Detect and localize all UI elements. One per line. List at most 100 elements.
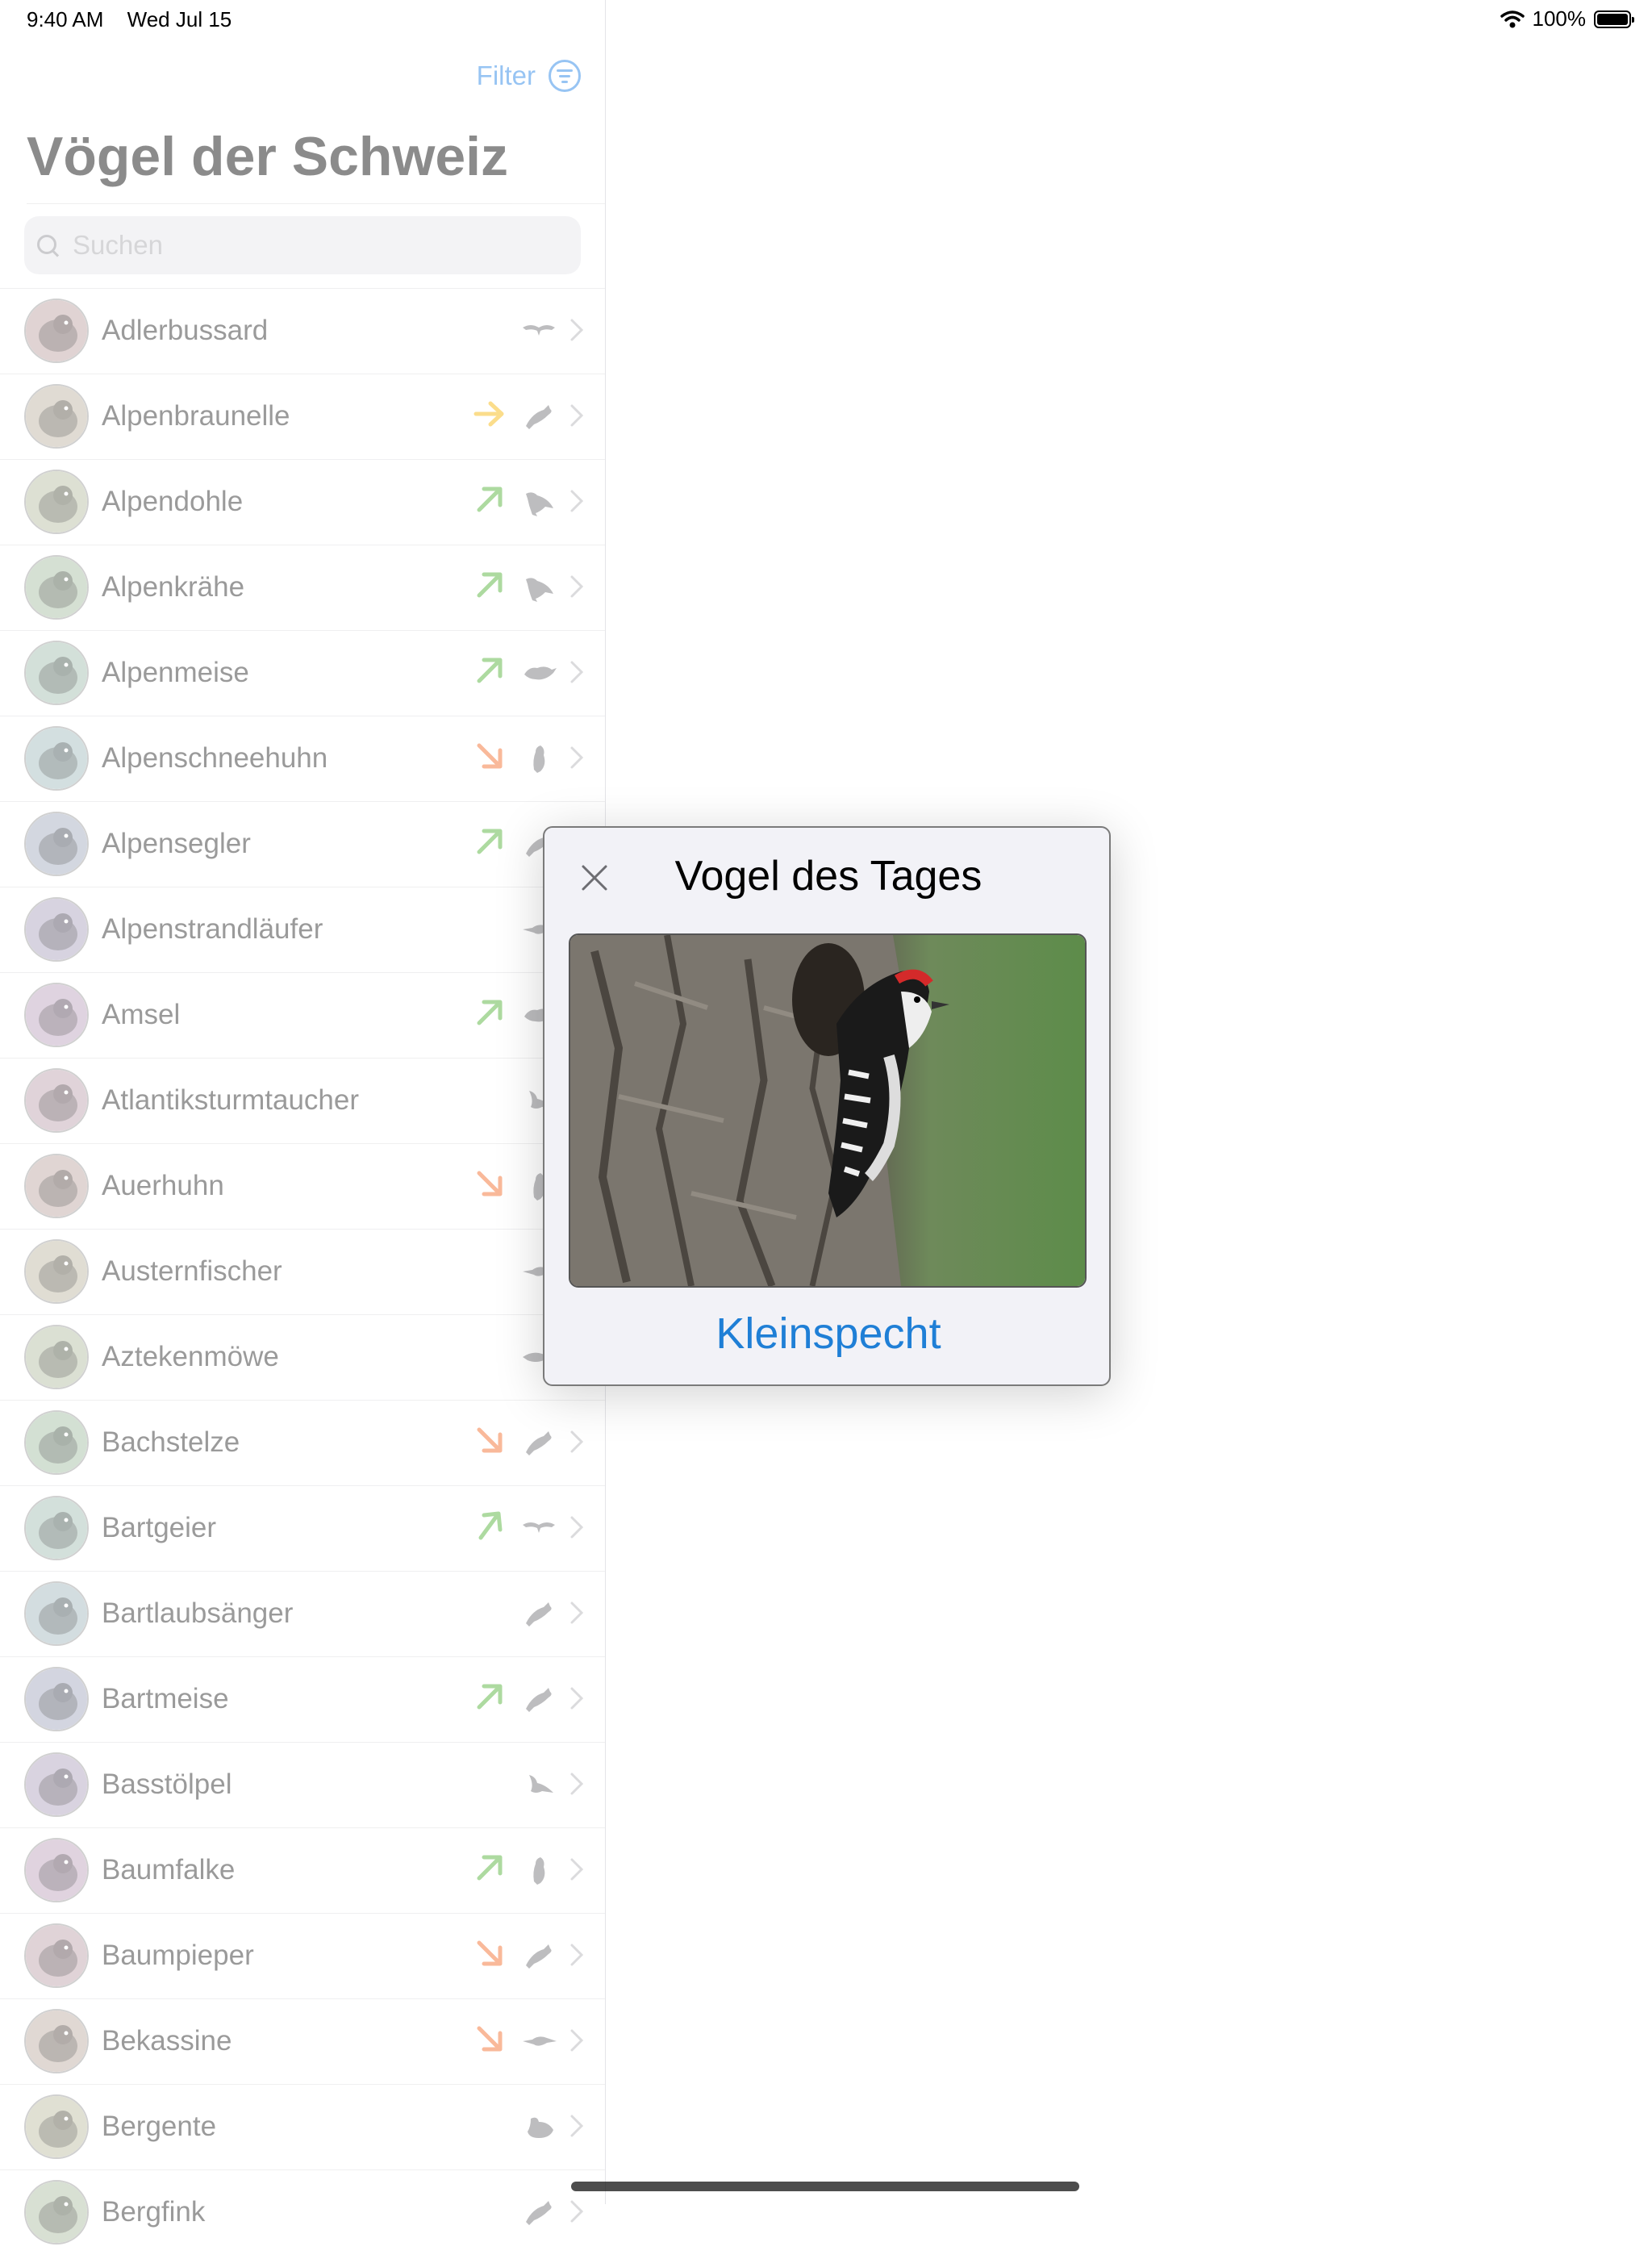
trend-stable-arrow-icon [473,401,504,427]
bird-name: Bergente [102,2111,217,2142]
bird-of-the-day-popup: Vogel des Tages Kleinspecht [543,826,1111,1386]
bird-row[interactable]: Amsel [0,972,605,1058]
perching-silhouette-icon [526,1431,552,1455]
bird-name: Aztekenmöwe [102,1341,279,1372]
bird-name: Auerhuhn [102,1170,224,1201]
bird-name: Austernfischer [102,1255,282,1287]
bird-name: Bekassine [102,2025,232,2057]
bird-avatar [24,1410,89,1475]
bird-avatar [24,299,89,363]
bird-avatar [24,726,89,791]
chevron-right-icon [570,1516,584,1539]
home-indicator[interactable] [571,2182,1079,2191]
bird-avatar [24,555,89,620]
bird-row[interactable]: Alpenbraunelle [0,374,605,459]
bird-name: Alpenbraunelle [102,400,290,432]
bird-name: Bartgeier [102,1512,217,1543]
chevron-right-icon [570,1687,584,1710]
bird-avatar [24,1154,89,1218]
trend-down-arrow-icon [477,1940,503,1966]
bird-row[interactable]: Alpensegler [0,801,605,887]
woodpecker-photo-icon[interactable] [569,933,1087,1288]
bird-avatar [24,384,89,449]
bird-name: Bartlaubsänger [102,1597,294,1629]
bird-row[interactable]: Baumpieper [0,1913,605,1998]
chevron-right-icon [570,1944,584,1966]
bird-of-the-day-name-link[interactable]: Kleinspecht [544,1309,1112,1359]
chevron-right-icon [570,746,584,769]
bird-row[interactable]: Bartlaubsänger [0,1571,605,1656]
bird-avatar [24,1838,89,1902]
chevron-right-icon [570,661,584,683]
search-input[interactable] [71,229,558,261]
bird-row[interactable]: Bartmeise [0,1656,605,1742]
search-bar[interactable] [24,216,581,274]
bird-row[interactable]: Bachstelze [0,1400,605,1485]
bird-row[interactable]: Alpenschneehuhn [0,716,605,801]
bird-row[interactable]: Alpendohle [0,459,605,545]
bird-row[interactable]: Austernfischer [0,1229,605,1314]
bird-list: Adlerbussard Alpenbraunelle Alpendohle Alpe… [0,288,605,2255]
perching-silhouette-icon [526,2201,552,2225]
bird-avatar [24,641,89,705]
bird-row[interactable]: Alpenstrandläufer [0,887,605,972]
bird-avatar [24,983,89,1047]
bird-row[interactable]: Baumfalke [0,1827,605,1913]
chevron-right-icon [570,1773,584,1795]
bird-avatar [24,1923,89,1988]
trend-down-arrow-icon [477,743,503,769]
search-icon [37,235,58,256]
bird-name: Atlantiksturmtaucher [102,1084,360,1116]
bird-row[interactable]: Bergfink [0,2169,605,2255]
filter-button[interactable]: Filter [477,60,581,92]
seabird-silhouette-icon [529,1775,553,1793]
bird-name: Alpenschneehuhn [102,742,328,774]
bird-row[interactable]: Adlerbussard [0,288,605,374]
bird-name: Adlerbussard [102,315,269,346]
bird-row[interactable]: Bergente [0,2084,605,2169]
chevron-right-icon [570,490,584,512]
bird-row[interactable]: Bartgeier [0,1485,605,1571]
bird-row[interactable]: Basstölpel [0,1742,605,1827]
bird-row[interactable]: Alpenmeise [0,630,605,716]
bird-avatar [24,2009,89,2073]
perching-silhouette-icon [526,1602,552,1627]
bird-name: Baumfalke [102,1854,236,1885]
bird-row[interactable]: Aztekenmöwe [0,1314,605,1400]
trend-up-arrow-icon [477,1684,503,1710]
bird-avatar [24,1068,89,1133]
chevron-right-icon [570,2115,584,2137]
chevron-right-icon [570,575,584,598]
duck-silhouette-icon [528,2117,553,2138]
bird-avatar [24,812,89,876]
bird-avatar [24,1581,89,1646]
wader-silhouette-icon [523,2036,557,2046]
corvid-silhouette-icon [526,578,553,602]
bird-avatar [24,470,89,534]
perching-silhouette-icon [526,1688,552,1712]
bird-avatar [24,2180,89,2245]
trend-up-arrow-icon [477,572,503,598]
bird-name: Alpenmeise [102,657,249,688]
bird-avatar [24,1325,89,1389]
bird-row[interactable]: Atlantiksturmtaucher [0,1058,605,1143]
bird-name: Bachstelze [102,1426,240,1458]
bird-row[interactable]: Alpenkrähe [0,545,605,630]
bird-row[interactable]: Bekassine [0,1998,605,2084]
filter-icon [549,60,581,92]
chevron-right-icon [570,2029,584,2052]
raptor-soaring-silhouette-icon [523,325,555,336]
trend-down-arrow-icon [477,1171,503,1196]
perching-silhouette-icon [526,405,552,429]
corvid-silhouette-icon [526,492,553,516]
bird-avatar [24,1667,89,1731]
bird-row[interactable]: Auerhuhn [0,1143,605,1229]
bird-avatar [24,1239,89,1304]
bird-name: Alpenstrandläufer [102,913,323,945]
bird-name: Alpensegler [102,828,251,859]
perching-silhouette-icon [526,1944,552,1969]
chevron-right-icon [570,319,584,341]
wifi-icon [1500,10,1525,27]
trend-strong-up-arrow-icon [478,1511,503,1540]
page-title: Vögel der Schweiz [27,126,509,187]
